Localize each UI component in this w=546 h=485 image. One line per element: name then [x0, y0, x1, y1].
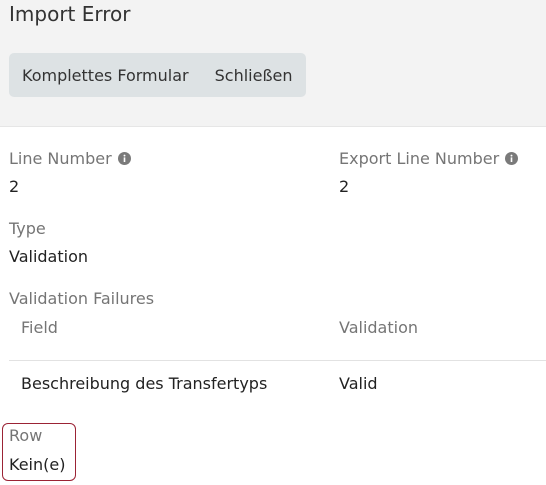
table-divider — [9, 360, 546, 361]
close-button[interactable]: Schließen — [215, 66, 293, 85]
dialog-title: Import Error — [9, 2, 131, 26]
action-button-group: Komplettes Formular Schließen — [9, 53, 306, 97]
validation-failures-label: Validation Failures — [9, 289, 155, 308]
line-number-value: 2 — [9, 177, 20, 196]
info-icon[interactable] — [117, 152, 131, 165]
info-icon[interactable] — [505, 152, 519, 165]
export-line-number-value: 2 — [339, 177, 350, 196]
type-label: Type — [9, 219, 46, 238]
row-value: Kein(e) — [9, 455, 66, 474]
column-header-field: Field — [21, 318, 58, 337]
type-value: Validation — [9, 247, 89, 266]
dialog-header: Import Error Komplettes Formular Schließ… — [0, 0, 546, 127]
column-header-validation: Validation — [339, 318, 419, 337]
line-number-label-text: Line Number — [9, 149, 112, 168]
export-line-number-label: Export Line Number — [339, 149, 519, 168]
line-number-label: Line Number — [9, 149, 131, 168]
table-cell-field: Beschreibung des Transfertyps — [21, 374, 268, 393]
full-form-button[interactable]: Komplettes Formular — [22, 66, 189, 85]
row-label: Row — [9, 426, 43, 445]
export-line-number-label-text: Export Line Number — [339, 149, 500, 168]
table-cell-validation: Valid — [339, 374, 378, 393]
